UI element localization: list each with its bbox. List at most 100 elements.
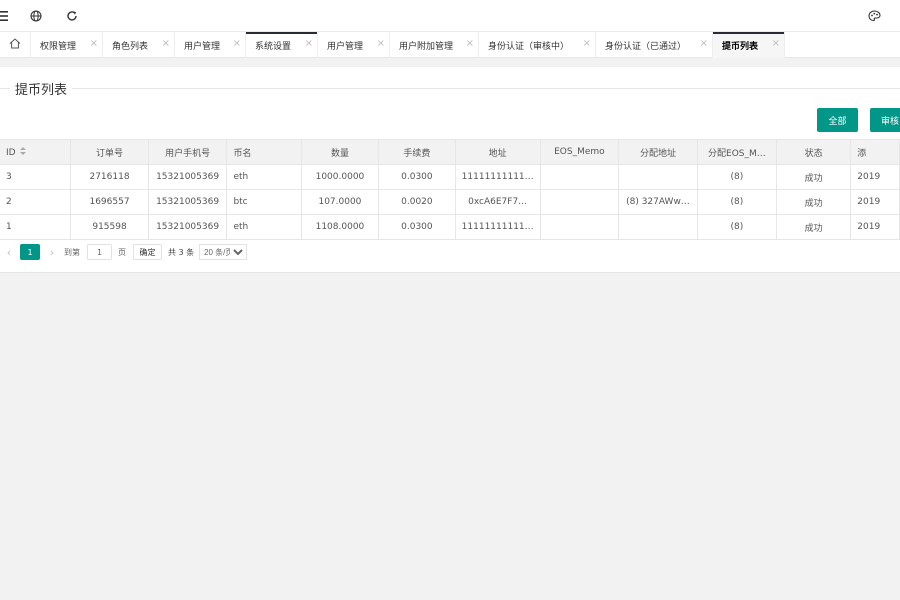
page-size-select[interactable]: 20 条/页: [199, 244, 247, 260]
goto-page-input[interactable]: 1: [87, 244, 112, 260]
cell-phone: 15321005369: [147, 214, 228, 240]
panel-title: 提币列表: [10, 79, 73, 98]
cell-address: 0xcA6E7F7…: [454, 189, 541, 215]
close-icon[interactable]: ×: [583, 38, 591, 50]
close-icon[interactable]: ×: [700, 38, 708, 50]
col-header-assigned-address: 分配地址: [618, 139, 698, 165]
filter-all-button[interactable]: 全部: [817, 108, 858, 132]
cell-phone: 15321005369: [147, 189, 228, 215]
cell-status: 成功: [775, 214, 852, 240]
cell-coin: eth: [226, 164, 302, 190]
col-header-status: 状态: [775, 139, 852, 165]
total-count: 共 3 条: [168, 247, 195, 257]
legend-divider: [0, 88, 900, 89]
prev-page-icon[interactable]: ‹: [4, 244, 14, 260]
tab-withdrawal-list[interactable]: 提币列表 ×: [713, 32, 785, 58]
cell-fee: 0.0300: [378, 164, 456, 190]
col-header-label: ID: [6, 147, 16, 158]
col-header-order-no: 订单号: [70, 139, 149, 165]
tab-label: 用户管理: [184, 42, 221, 52]
cell-phone: 15321005369: [147, 164, 228, 190]
tab-identity-pending[interactable]: 身份认证（审核中） ×: [479, 32, 596, 58]
cell-status: 成功: [775, 164, 852, 190]
tab-label: 系统设置: [255, 42, 292, 52]
col-header-eos-memo: EOS_Memo: [539, 139, 620, 165]
tab-system-settings[interactable]: 系统设置 ×: [246, 32, 318, 58]
close-icon[interactable]: ×: [233, 38, 241, 50]
table-row[interactable]: 1 915598 15321005369 eth 1108.0000 0.030…: [0, 214, 900, 240]
cell-assigned-address: [618, 164, 698, 190]
table-row[interactable]: 3 2716118 15321005369 eth 1000.0000 0.03…: [0, 164, 900, 190]
close-icon[interactable]: ×: [305, 38, 313, 50]
cell-id: 1: [0, 214, 72, 240]
pagination: ‹ 1 › 到第 1 页 确定 共 3 条 20 条/页: [0, 244, 900, 266]
home-tab[interactable]: [0, 32, 31, 58]
cell-amount: 107.0000: [300, 189, 380, 215]
close-icon[interactable]: ×: [772, 38, 780, 50]
cell-amount: 1000.0000: [300, 164, 380, 190]
tab-label: 身份认证（审核中）: [488, 42, 570, 52]
next-page-icon[interactable]: ›: [47, 244, 57, 260]
cell-fee: 0.0020: [378, 189, 456, 215]
cell-assigned-eos-memo: (8): [696, 164, 777, 190]
cell-address: 11111111111…: [454, 164, 541, 190]
tab-label: 提币列表: [722, 42, 759, 52]
cell-assigned-eos-memo: (8): [696, 189, 777, 215]
tab-strip: 权限管理 × 角色列表 × 用户管理 × 系统设置 × 用户管理 × 用户附加管…: [0, 32, 900, 58]
table-row[interactable]: 2 1696557 15321005369 btc 107.0000 0.002…: [0, 189, 900, 215]
cell-order-no: 915598: [70, 214, 149, 240]
goto-label: 到第: [64, 247, 80, 257]
tab-label: 用户附加管理: [399, 42, 454, 52]
col-header-coin: 币名: [226, 139, 302, 165]
col-header-assigned-eos-memo: 分配EOS_M…: [696, 139, 777, 165]
tab-identity-approved[interactable]: 身份认证（已通过） ×: [596, 32, 713, 58]
tab-label: 用户管理: [327, 42, 364, 52]
cell-added-time: 2019: [850, 189, 900, 215]
sort-icon[interactable]: [19, 146, 26, 158]
cell-fee: 0.0300: [378, 214, 456, 240]
goto-confirm-button[interactable]: 确定: [133, 244, 162, 260]
tab-role-list[interactable]: 角色列表 ×: [103, 32, 175, 58]
col-header-phone: 用户手机号: [147, 139, 228, 165]
cell-eos-memo: [539, 164, 620, 190]
tab-label: 权限管理: [40, 42, 77, 52]
close-icon[interactable]: ×: [90, 38, 98, 50]
cell-status: 成功: [775, 189, 852, 215]
menu-icon[interactable]: [0, 8, 10, 24]
home-icon: [9, 38, 21, 52]
cell-order-no: 2716118: [70, 164, 149, 190]
top-header: [0, 0, 900, 32]
cell-order-no: 1696557: [70, 189, 149, 215]
tab-label: 角色列表: [112, 42, 149, 52]
refresh-icon[interactable]: [64, 8, 80, 24]
cell-assigned-address: (8) 327AWw…: [618, 189, 698, 215]
cell-coin: btc: [226, 189, 302, 215]
cell-assigned-eos-memo: (8): [696, 214, 777, 240]
tab-user-management[interactable]: 用户管理 ×: [175, 32, 246, 58]
tab-user-management-2[interactable]: 用户管理 ×: [318, 32, 390, 58]
table-header-row: ID 订单号 用户手机号 币名 数量 手续费 地址 EOS_Memo 分配地址 …: [0, 139, 900, 165]
page-1-button[interactable]: 1: [20, 244, 40, 260]
col-header-id[interactable]: ID: [0, 139, 72, 165]
cell-eos-memo: [539, 189, 620, 215]
cell-amount: 1108.0000: [300, 214, 380, 240]
cell-coin: eth: [226, 214, 302, 240]
globe-icon[interactable]: [28, 8, 44, 24]
filter-review-button[interactable]: 审核: [870, 108, 900, 132]
close-icon[interactable]: ×: [466, 38, 474, 50]
cell-eos-memo: [539, 214, 620, 240]
cell-address: 11111111111…: [454, 214, 541, 240]
close-icon[interactable]: ×: [162, 38, 170, 50]
cell-id: 3: [0, 164, 72, 190]
withdrawal-panel: 提币列表 全部 审核 ID 订单号 用户手机号 币名 数量 手续费 地址 EOS…: [0, 67, 900, 273]
tab-label: 身份认证（已通过）: [605, 42, 687, 52]
cell-added-time: 2019: [850, 164, 900, 190]
close-icon[interactable]: ×: [377, 38, 385, 50]
tab-permission-management[interactable]: 权限管理 ×: [31, 32, 103, 58]
palette-icon[interactable]: [866, 8, 882, 24]
col-header-amount: 数量: [300, 139, 380, 165]
tab-user-extra-management[interactable]: 用户附加管理 ×: [390, 32, 479, 58]
col-header-fee: 手续费: [378, 139, 456, 165]
page-unit-label: 页: [118, 247, 126, 257]
cell-added-time: 2019: [850, 214, 900, 240]
